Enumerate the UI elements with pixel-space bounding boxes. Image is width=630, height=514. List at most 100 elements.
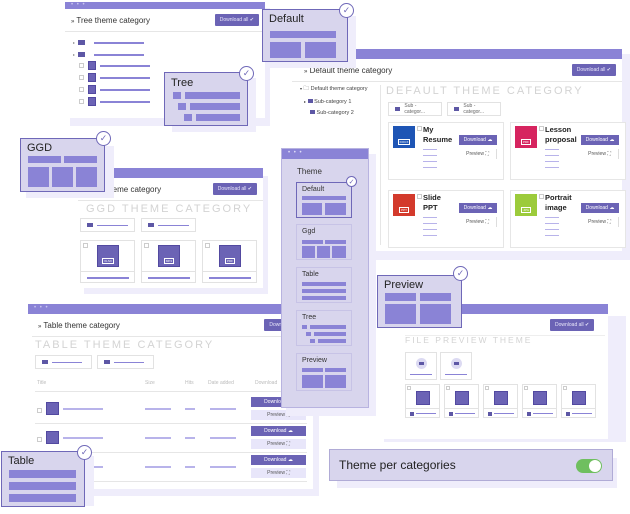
- pdf-file-icon: [416, 391, 430, 405]
- tree-root[interactable]: ▾ 🗀 Default theme category: [300, 85, 382, 94]
- file-checkbox[interactable]: [144, 243, 149, 248]
- preview-button[interactable]: Preview ⛶: [459, 217, 497, 227]
- folder-icon: [78, 40, 86, 45]
- preview-button[interactable]: Preview ⛶: [581, 149, 619, 159]
- theme-option-tree[interactable]: Tree: [296, 310, 352, 346]
- file-type-icon: PDF: [515, 126, 537, 148]
- file-checkbox[interactable]: [417, 126, 422, 131]
- file-card[interactable]: MP4: [141, 240, 196, 283]
- theme-option-default[interactable]: Default: [296, 182, 352, 218]
- folder-tile[interactable]: [440, 352, 472, 380]
- subfolder-card[interactable]: [35, 355, 92, 369]
- row-checkbox[interactable]: [37, 408, 42, 413]
- cloud-icon: ☁: [609, 205, 615, 211]
- folder-tile[interactable]: [405, 352, 437, 380]
- selected-check-icon: ✓: [453, 266, 468, 281]
- folder-outline-icon: 🗀: [303, 86, 310, 92]
- window-title: Tree theme category: [76, 15, 150, 25]
- tree-theme-thumbnail[interactable]: Tree: [164, 72, 248, 126]
- checkbox[interactable]: [79, 99, 84, 104]
- download-button[interactable]: Download ☁: [251, 455, 306, 465]
- preview-file-tile[interactable]: [522, 384, 557, 418]
- file-card[interactable]: XLSX: [80, 240, 135, 283]
- selected-check-icon: ✓: [346, 176, 357, 187]
- download-all-button[interactable]: Download all ✔: [214, 14, 259, 26]
- folder-icon: [454, 362, 459, 365]
- tree-child[interactable]: ▸ Sub-category 1: [304, 99, 382, 105]
- row-checkbox[interactable]: [37, 437, 42, 442]
- table-theme-thumbnail[interactable]: Table: [1, 451, 85, 507]
- subfolder-card[interactable]: [141, 218, 196, 232]
- theme-per-categories-row: Theme per categories: [329, 449, 613, 481]
- pdf-file-icon: [455, 391, 469, 405]
- folder-icon: [104, 360, 110, 364]
- subfolder-card[interactable]: [97, 355, 154, 369]
- file-type-icon: JPG: [515, 194, 537, 216]
- cloud-icon: ☁: [609, 137, 615, 143]
- download-all-button[interactable]: Download all ✔: [571, 64, 616, 76]
- checkbox[interactable]: [79, 63, 84, 68]
- download-button[interactable]: Download ☁: [459, 135, 497, 145]
- ggd-theme-thumbnail[interactable]: GGD: [20, 138, 105, 192]
- tree-child[interactable]: Sub-category 2: [310, 110, 382, 116]
- download-button[interactable]: Download ☁: [581, 135, 619, 145]
- preview-file-tile[interactable]: [444, 384, 479, 418]
- theme-option-preview[interactable]: Preview: [296, 353, 352, 391]
- file-card[interactable]: PDF: [202, 240, 257, 283]
- download-button[interactable]: Download ☁: [459, 203, 497, 213]
- file-icon: [88, 85, 96, 94]
- table-row: Download ☁ Preview ⛶: [35, 396, 307, 424]
- download-button[interactable]: Download ☁: [251, 426, 306, 436]
- file-type-icon: PDF: [219, 245, 241, 267]
- pdf-file-icon: [533, 391, 547, 405]
- download-all-button[interactable]: Download all ✔: [212, 183, 257, 195]
- preview-file-tile[interactable]: [405, 384, 440, 418]
- download-button[interactable]: Download ☁: [581, 203, 619, 213]
- folder-icon: [87, 223, 93, 227]
- file-card: DOCX My Resume Download ☁ Preview ⛶: [388, 122, 504, 180]
- file-checkbox[interactable]: [83, 243, 88, 248]
- preview-button[interactable]: Preview ⛶: [251, 439, 306, 449]
- checkbox[interactable]: [79, 87, 84, 92]
- subfolder-card[interactable]: Sub - categor...: [447, 102, 501, 116]
- cloud-icon: ☁: [287, 457, 293, 463]
- file-name: My Resume: [423, 125, 453, 144]
- subfolder-card[interactable]: Sub - categor...: [388, 102, 442, 116]
- window-dots-icon: • • •: [71, 2, 86, 8]
- file-type-icon: MP4: [158, 245, 180, 267]
- download-all-button[interactable]: Download all ✔: [550, 319, 595, 331]
- preview-button[interactable]: Preview ⛶: [459, 149, 497, 159]
- subfolder-card[interactable]: [80, 218, 135, 232]
- expand-icon: ⛶: [607, 219, 611, 225]
- selected-check-icon: ✓: [239, 66, 254, 81]
- theme-option-ggd[interactable]: Ggd: [296, 224, 352, 260]
- window-title: theme category: [106, 184, 162, 194]
- default-theme-thumbnail[interactable]: Default: [262, 9, 348, 62]
- file-icon: [88, 97, 96, 106]
- folder-icon: [42, 360, 48, 364]
- checkbox[interactable]: [79, 75, 84, 80]
- file-card: JPG Portrait image Download ☁ Preview ⛶: [510, 190, 626, 248]
- file-icon: [88, 73, 96, 82]
- preview-file-tile[interactable]: [561, 384, 596, 418]
- expand-icon: ⛶: [485, 151, 489, 157]
- category-tree: ▾ 🗀 Default theme category ▸ Sub-categor…: [300, 85, 382, 116]
- preview-button[interactable]: Preview ⛶: [251, 468, 306, 478]
- preview-theme-thumbnail[interactable]: Preview: [377, 275, 462, 328]
- preview-button[interactable]: Preview ⛶: [581, 217, 619, 227]
- double-chevron-icon: »: [71, 18, 75, 25]
- theme-per-categories-toggle[interactable]: [576, 459, 602, 473]
- preview-file-tile[interactable]: [483, 384, 518, 418]
- folder-icon: [419, 362, 424, 365]
- file-checkbox[interactable]: [539, 126, 544, 131]
- file-checkbox[interactable]: [205, 243, 210, 248]
- table-row: Download ☁ Preview ⛶: [35, 425, 307, 453]
- category-big-title: FILE PREVIEW THEME: [405, 335, 533, 345]
- file-checkbox[interactable]: [539, 194, 544, 199]
- expand-icon: ⛶: [607, 151, 611, 157]
- file-checkbox[interactable]: [417, 194, 422, 199]
- theme-option-table[interactable]: Table: [296, 267, 352, 303]
- file-type-icon: PPT: [393, 194, 415, 216]
- file-icon: [46, 431, 59, 444]
- category-big-title: DEFAULT THEME CATEGORY: [386, 85, 584, 97]
